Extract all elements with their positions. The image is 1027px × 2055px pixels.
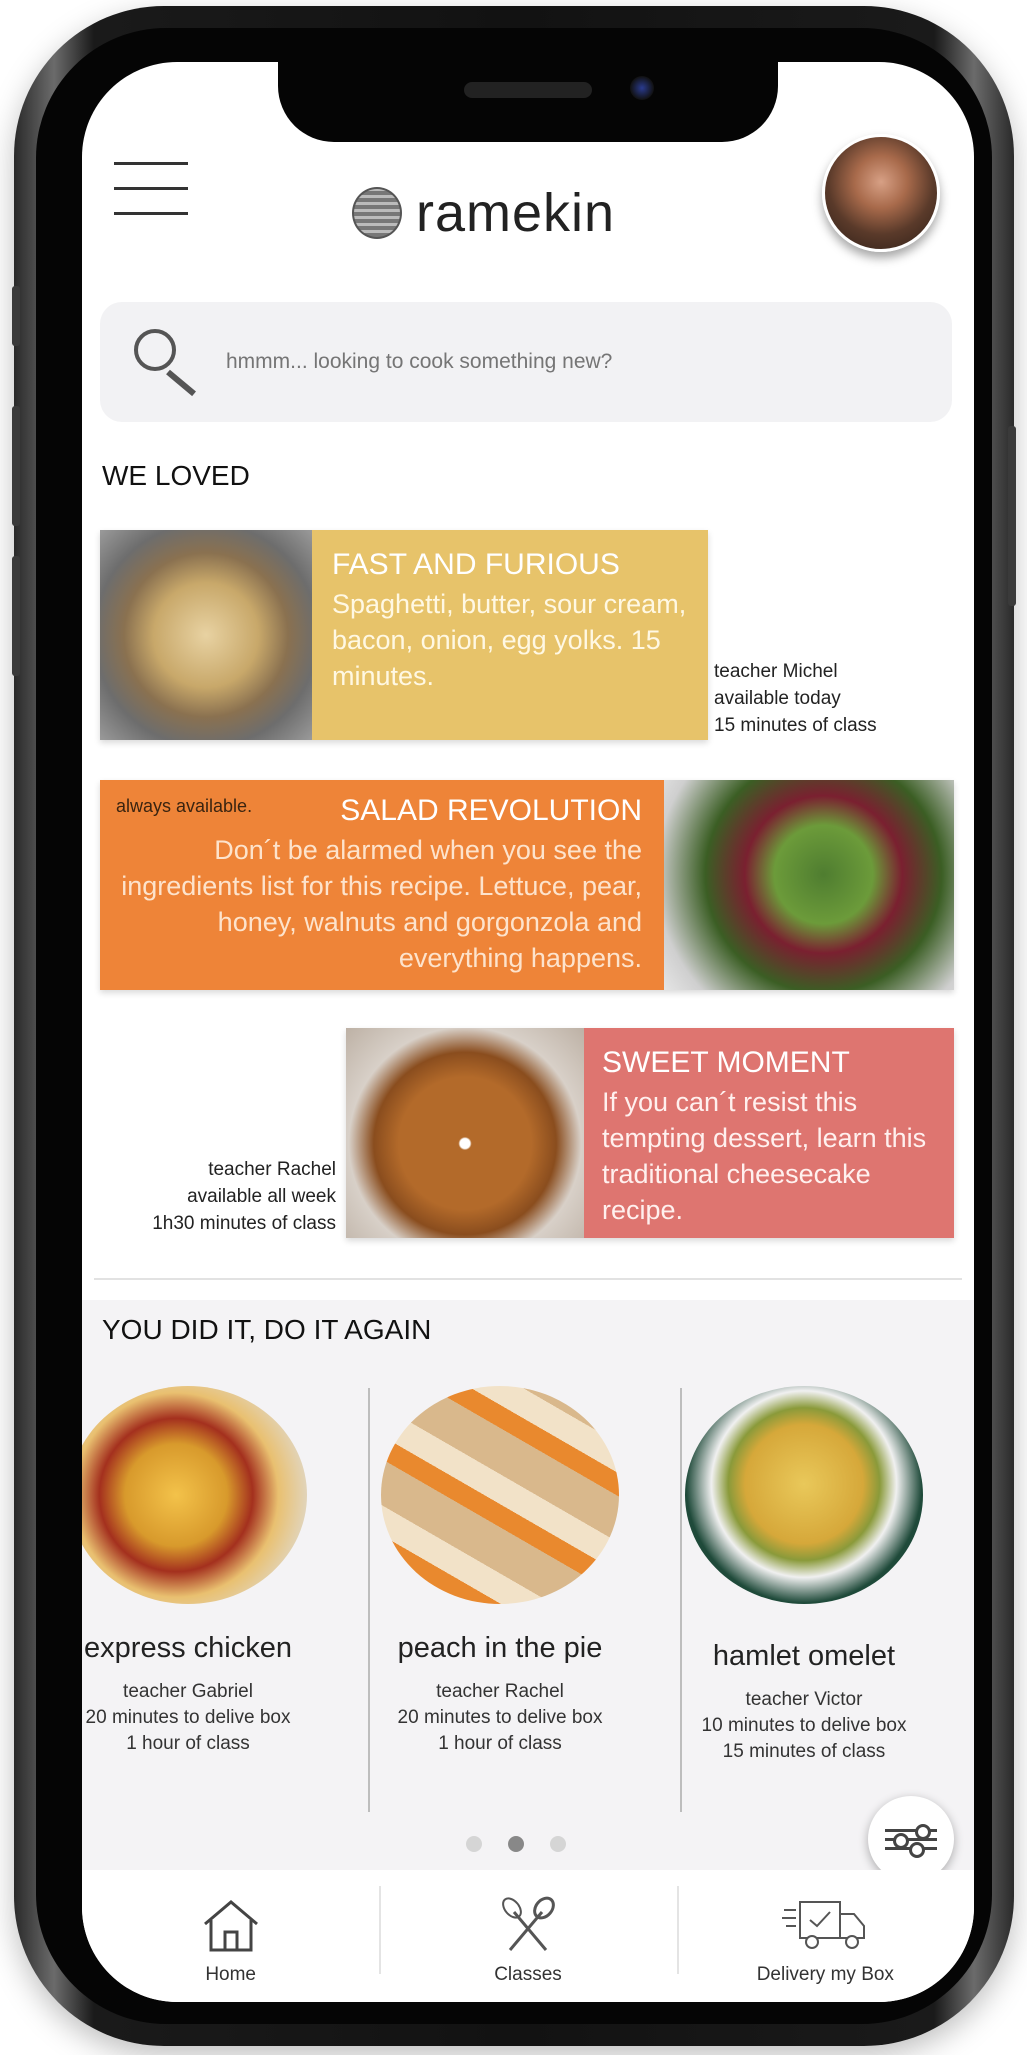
tab-label: Classes	[494, 1964, 562, 1985]
featured-card-text: FAST AND FURIOUS Spaghetti, butter, sour…	[312, 530, 708, 740]
featured-card-meta: teacher Rachel available all week 1h30 m…	[102, 1156, 336, 1237]
tab-home[interactable]: Home	[82, 1870, 379, 2002]
class-duration: 1 hour of class	[438, 1733, 562, 1754]
carousel-pagination	[466, 1836, 592, 1852]
featured-card-meta: teacher Michel available today 15 minute…	[714, 658, 877, 739]
tab-label: Home	[205, 1964, 256, 1985]
teacher-name: teacher Gabriel	[123, 1681, 253, 1702]
chicken-photo	[82, 1386, 307, 1604]
salad-photo	[664, 780, 954, 990]
class-duration: 1 hour of class	[126, 1733, 250, 1754]
delivery-time: 20 minutes to delive box	[85, 1707, 291, 1728]
carousel-dot-3[interactable]	[550, 1836, 566, 1852]
recent-recipe-meta: teacher Victor 10 minutes to delive box …	[654, 1687, 954, 1765]
teacher-name: teacher Rachel	[436, 1681, 564, 1702]
app-name: ramekin	[416, 183, 616, 243]
tab-separator	[379, 1886, 382, 1974]
recent-recipe-meta: teacher Gabriel 20 minutes to delive box…	[82, 1679, 338, 1757]
delivery-time: 20 minutes to delive box	[397, 1707, 603, 1728]
home-icon	[199, 1896, 263, 1956]
spaghetti-photo	[100, 530, 312, 740]
power-button	[1008, 426, 1016, 606]
teacher-name: teacher Michel	[714, 661, 838, 682]
featured-card-description: Spaghetti, butter, sour cream, bacon, on…	[332, 589, 687, 691]
user-avatar[interactable]	[822, 134, 940, 252]
notch	[278, 62, 778, 142]
search-input[interactable]	[224, 349, 828, 375]
volume-up-button	[12, 406, 20, 526]
cheesecake-photo	[346, 1028, 584, 1238]
whisk-spoon-icon	[496, 1896, 560, 1956]
featured-card-title: SWEET MOMENT	[602, 1046, 850, 1079]
search-bar[interactable]	[100, 302, 952, 422]
featured-card-description: If you can´t resist this tempting desser…	[602, 1087, 927, 1225]
featured-card-text: always available. SALAD REVOLUTION Don´t…	[100, 780, 664, 990]
teacher-name: teacher Rachel	[208, 1159, 336, 1180]
speaker-grille	[464, 82, 592, 98]
peach-pie-photo	[381, 1386, 619, 1604]
bottom-tab-bar: Home Classes Delivery my Box	[82, 1870, 974, 2002]
section-divider	[94, 1278, 962, 1280]
delivery-truck-icon	[780, 1896, 870, 1956]
sliders-icon	[885, 1823, 937, 1858]
recent-recipe-meta: teacher Rachel 20 minutes to delive box …	[350, 1679, 650, 1757]
availability: available all week	[187, 1186, 336, 1207]
ramekin-logo-icon	[352, 187, 402, 239]
recent-recipe-express-chicken[interactable]: express chicken teacher Gabriel 20 minut…	[82, 1386, 338, 1757]
availability: always available.	[116, 796, 253, 816]
app-logo: ramekin	[352, 182, 615, 244]
mute-switch	[12, 286, 20, 346]
class-duration: 1h30 minutes of class	[152, 1213, 336, 1234]
featured-card-salad-revolution[interactable]: always available. SALAD REVOLUTION Don´t…	[100, 780, 954, 990]
front-camera	[630, 76, 654, 100]
featured-card-sweet-moment[interactable]: SWEET MOMENT If you can´t resist this te…	[346, 1028, 954, 1238]
carousel-dot-1[interactable]	[466, 1836, 482, 1852]
featured-card-fast-and-furious[interactable]: FAST AND FURIOUS Spaghetti, butter, sour…	[100, 530, 708, 740]
carousel-dot-2[interactable]	[508, 1836, 524, 1852]
tab-delivery[interactable]: Delivery my Box	[676, 1870, 974, 2002]
recent-recipe-name: express chicken	[84, 1632, 292, 1664]
tab-classes[interactable]: Classes	[379, 1870, 676, 2002]
section-title-we-loved: WE LOVED	[102, 460, 250, 491]
omelet-photo	[685, 1386, 923, 1604]
availability: available today	[714, 688, 841, 709]
featured-card-title: FAST AND FURIOUS	[332, 548, 620, 581]
delivery-time: 10 minutes to delive box	[701, 1715, 907, 1736]
recent-recipe-name: peach in the pie	[397, 1632, 603, 1664]
class-duration: 15 minutes of class	[714, 715, 877, 736]
app-screen: ramekin WE LOVED FAST AND FURIOUS Spaghe…	[82, 62, 974, 2002]
teacher-name: teacher Victor	[745, 1689, 863, 1710]
hamburger-menu-icon[interactable]	[114, 162, 188, 218]
class-duration: 15 minutes of class	[722, 1741, 886, 1762]
featured-card-description: Don´t be alarmed when you see the ingred…	[121, 835, 642, 973]
featured-card-text: SWEET MOMENT If you can´t resist this te…	[584, 1028, 954, 1238]
search-icon[interactable]	[130, 327, 200, 397]
tab-label: Delivery my Box	[756, 1964, 894, 1985]
section-title-do-it-again: YOU DID IT, DO IT AGAIN	[102, 1314, 432, 1345]
volume-down-button	[12, 556, 20, 676]
recent-recipe-peach-in-the-pie[interactable]: peach in the pie teacher Rachel 20 minut…	[350, 1386, 650, 1757]
recent-recipe-name: hamlet omelet	[712, 1640, 896, 1672]
recent-recipe-hamlet-omelet[interactable]: hamlet omelet teacher Victor 10 minutes …	[654, 1386, 954, 1765]
tab-separator	[676, 1886, 679, 1974]
